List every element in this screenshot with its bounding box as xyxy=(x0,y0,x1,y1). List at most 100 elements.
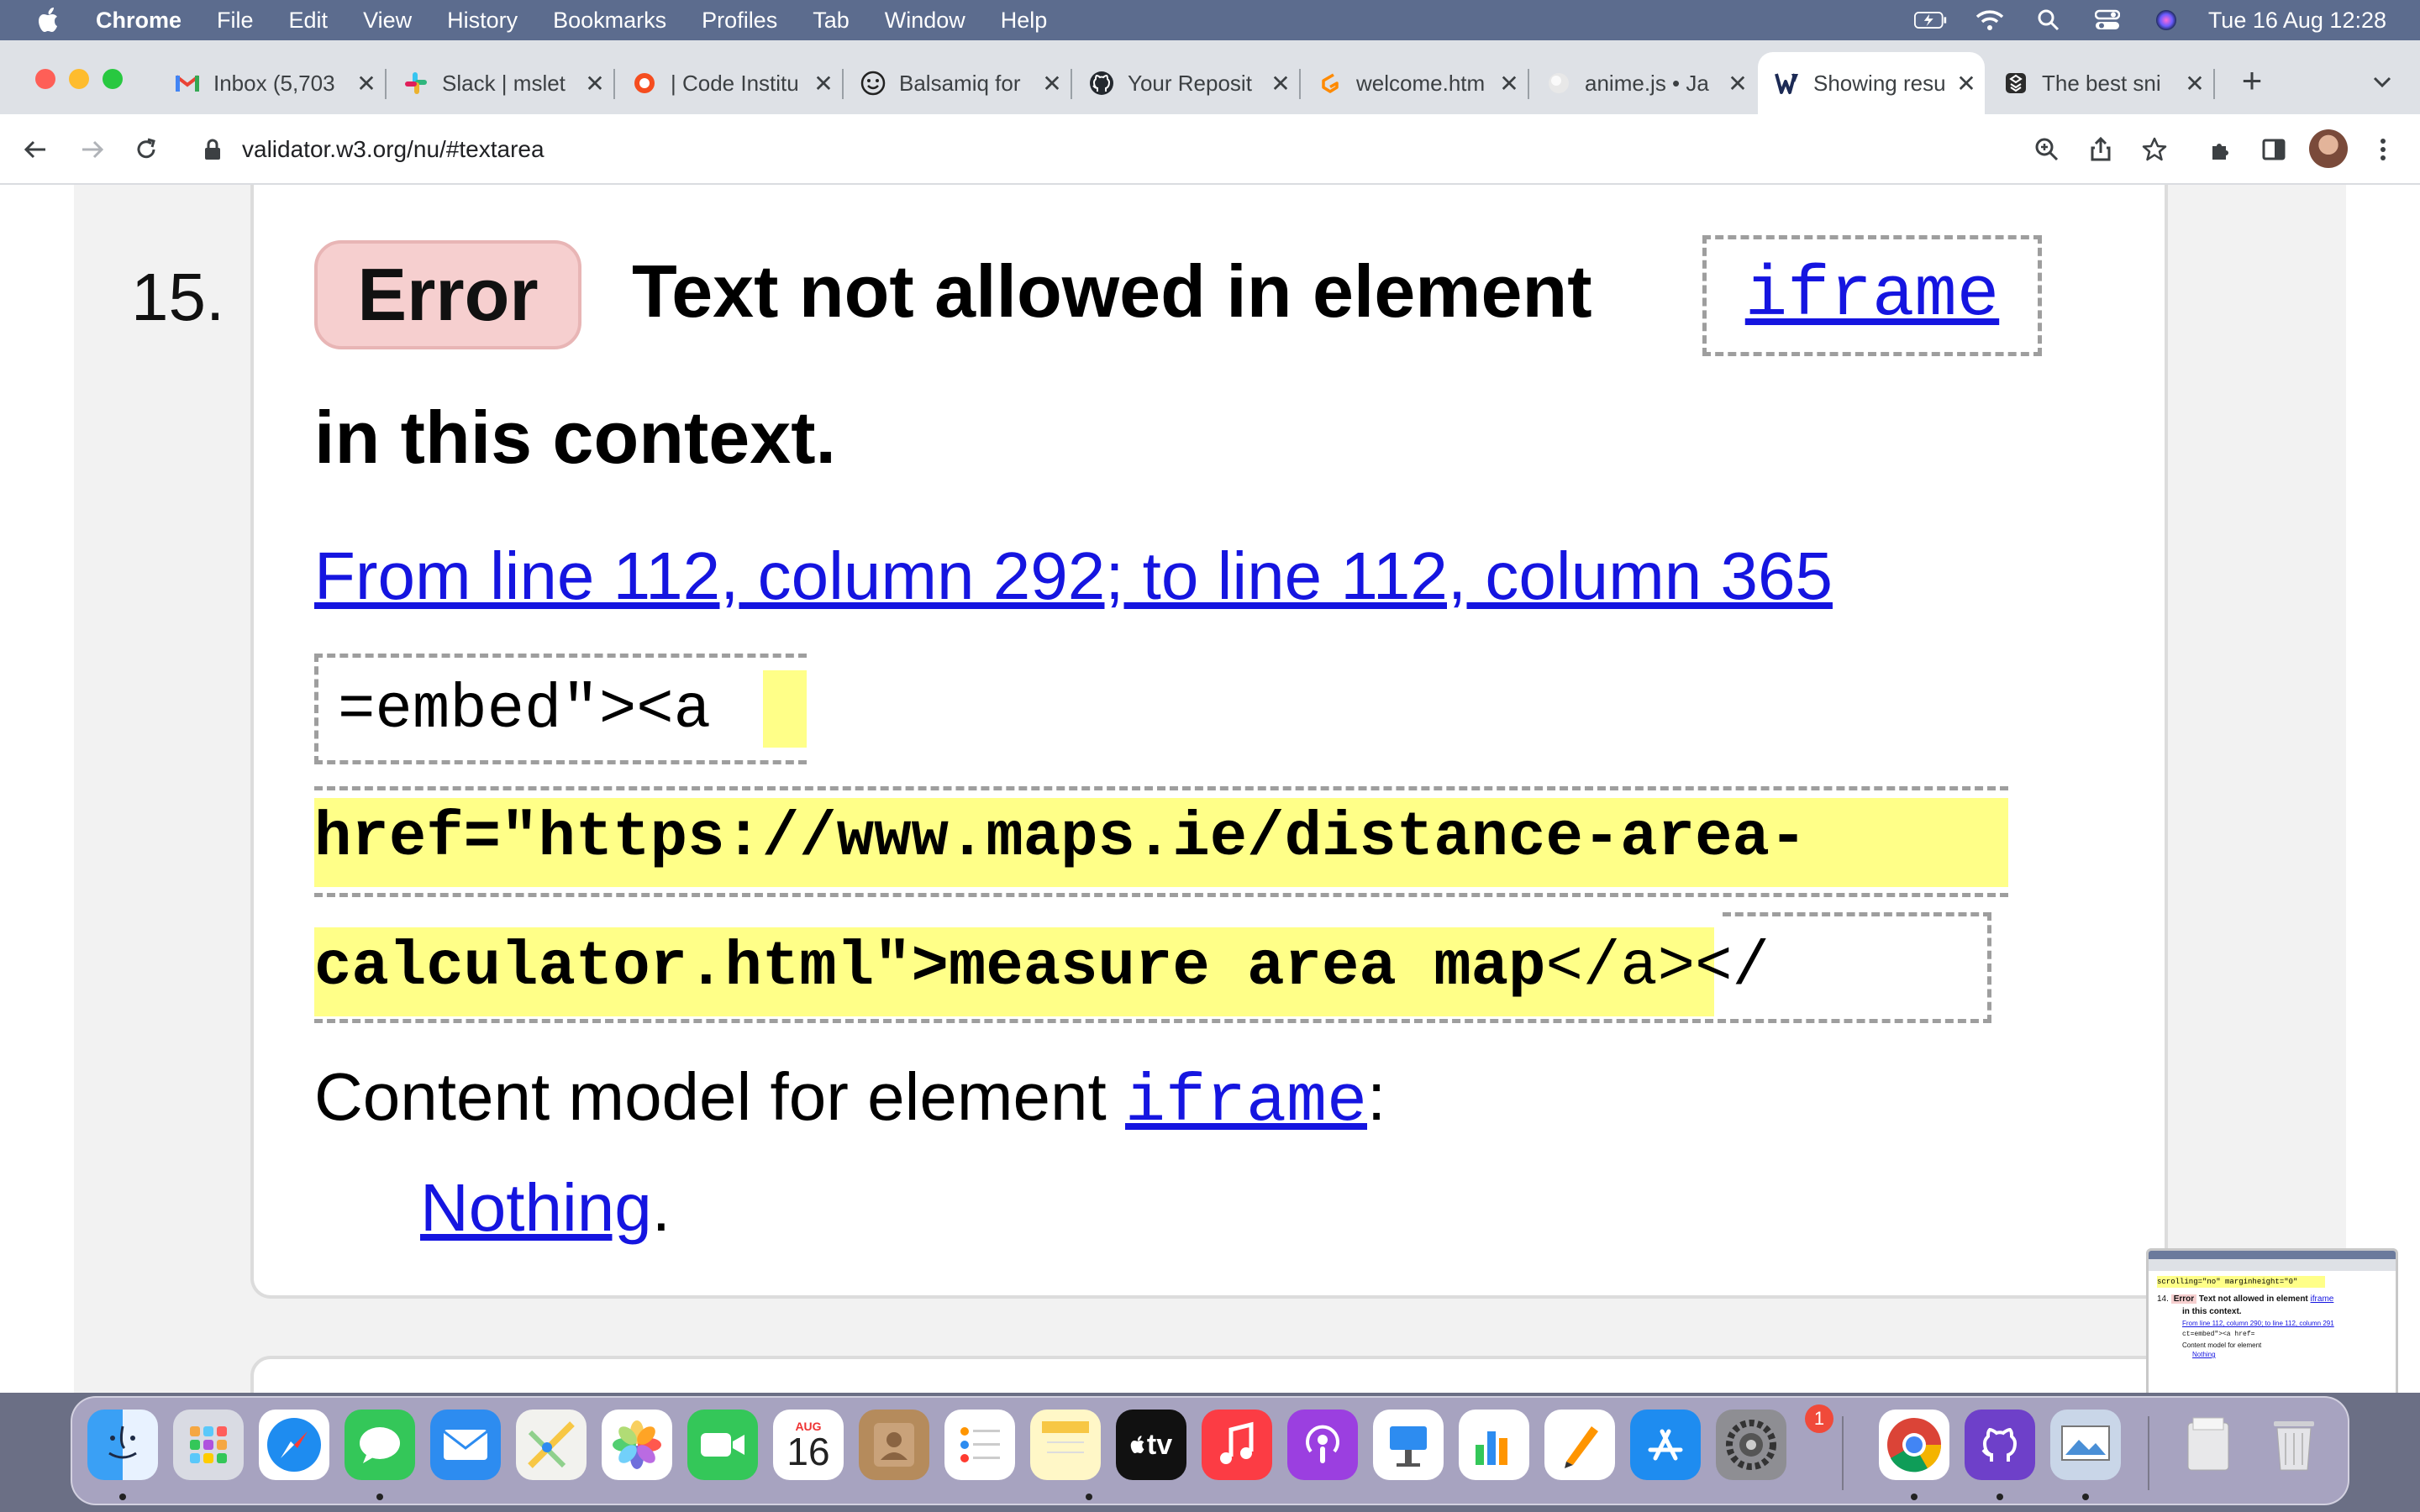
new-tab-button[interactable]: + xyxy=(2233,63,2270,101)
menu-view[interactable]: View xyxy=(363,8,412,34)
side-panel-icon[interactable] xyxy=(2255,131,2292,168)
tab-title: | Code Institu xyxy=(671,70,799,96)
safari-icon[interactable] xyxy=(259,1410,329,1480)
content-model-iframe-link[interactable]: iframe xyxy=(1125,1064,1367,1141)
photos-icon[interactable] xyxy=(602,1410,672,1480)
apple-tv-icon[interactable]: tv xyxy=(1116,1410,1186,1480)
calendar-icon[interactable]: AUG 16 xyxy=(773,1410,844,1480)
url-text[interactable]: validator.w3.org/nu/#textarea xyxy=(242,136,544,163)
extract-line-3-highlighted: calculator.html">measure area map xyxy=(314,932,1546,1003)
tab-balsamiq[interactable]: Balsamiq for ✕ xyxy=(844,52,1071,114)
back-button[interactable] xyxy=(17,131,54,168)
apple-menu-icon[interactable] xyxy=(37,6,62,34)
chrome-menu-icon[interactable] xyxy=(2365,131,2402,168)
trash-icon[interactable] xyxy=(2259,1410,2329,1480)
maps-icon[interactable] xyxy=(516,1410,587,1480)
battery-charging-icon[interactable] xyxy=(1913,8,1948,33)
screenshot-thumbnail[interactable]: scrolling="no" marginheight="0" 14. Erro… xyxy=(2146,1248,2398,1393)
close-icon[interactable]: ✕ xyxy=(583,71,607,97)
reload-button[interactable] xyxy=(128,131,165,168)
facetime-icon[interactable] xyxy=(687,1410,758,1480)
spotlight-search-icon[interactable] xyxy=(2032,8,2065,33)
tab-separator xyxy=(2213,69,2215,99)
tab-gmail[interactable]: Inbox (5,703 ✕ xyxy=(158,52,385,114)
podcasts-icon[interactable] xyxy=(1287,1410,1358,1480)
notification-badge: 1 xyxy=(1805,1404,1833,1433)
mail-icon[interactable] xyxy=(430,1410,501,1480)
menu-edit[interactable]: Edit xyxy=(289,8,329,34)
control-center-icon[interactable] xyxy=(2091,8,2124,33)
close-icon[interactable]: ✕ xyxy=(355,71,378,97)
forward-button[interactable] xyxy=(74,131,111,168)
close-window-button[interactable] xyxy=(35,69,55,89)
menu-tab[interactable]: Tab xyxy=(813,8,850,34)
element-code-box: iframe xyxy=(1702,235,2042,356)
tab-snippet[interactable]: The best sni ✕ xyxy=(1986,52,2213,114)
menu-bar-clock[interactable]: Tue 16 Aug 12:28 xyxy=(2208,8,2386,34)
calendar-day: 16 xyxy=(786,1430,830,1473)
close-icon[interactable]: ✕ xyxy=(1269,71,1292,97)
message-number: 15. xyxy=(131,260,225,334)
thumbnail-extract: ct=embed"><a href= xyxy=(2182,1331,2255,1338)
menu-profiles[interactable]: Profiles xyxy=(702,8,777,34)
menu-help[interactable]: Help xyxy=(1001,8,1048,34)
nothing-link[interactable]: Nothing xyxy=(420,1170,652,1245)
close-icon[interactable]: ✕ xyxy=(1497,71,1521,97)
menu-bookmarks[interactable]: Bookmarks xyxy=(553,8,666,34)
music-icon[interactable] xyxy=(1202,1410,1272,1480)
w3c-validator-icon xyxy=(1775,71,1800,96)
menu-app-name[interactable]: Chrome xyxy=(96,8,182,34)
tab-slack[interactable]: Slack | mslet ✕ xyxy=(387,52,613,114)
menu-window[interactable]: Window xyxy=(885,8,965,34)
iframe-element-link[interactable]: iframe xyxy=(1745,256,1999,336)
lock-icon[interactable] xyxy=(200,137,225,162)
thumbnail-error-badge: Error xyxy=(2170,1294,2197,1304)
dock-separator xyxy=(2148,1416,2149,1490)
error-location-link[interactable]: From line 112, column 292; to line 112, … xyxy=(314,538,1833,615)
extract-line-2: href="https://www.maps.ie/distance-area- xyxy=(314,803,1807,874)
menu-history[interactable]: History xyxy=(447,8,518,34)
reminders-icon[interactable] xyxy=(944,1410,1015,1480)
numbers-icon[interactable] xyxy=(1459,1410,1529,1480)
tab-github[interactable]: Your Reposit ✕ xyxy=(1072,52,1299,114)
keynote-icon[interactable] xyxy=(1373,1410,1444,1480)
running-indicator xyxy=(1086,1494,1092,1500)
menu-file[interactable]: File xyxy=(217,8,254,34)
fullscreen-window-button[interactable] xyxy=(103,69,123,89)
notes-icon[interactable] xyxy=(1030,1410,1101,1480)
app-store-icon[interactable] xyxy=(1630,1410,1701,1480)
tab-search-chevron-icon[interactable] xyxy=(2370,69,2395,94)
contacts-icon[interactable] xyxy=(859,1410,929,1480)
tab-code-institute[interactable]: | Code Institu ✕ xyxy=(615,52,842,114)
close-icon[interactable]: ✕ xyxy=(812,71,835,97)
close-icon[interactable]: ✕ xyxy=(1726,71,1749,97)
wifi-icon[interactable] xyxy=(1973,8,2007,33)
close-icon[interactable]: ✕ xyxy=(2183,71,2207,97)
github-desktop-icon[interactable] xyxy=(1965,1410,2035,1480)
tab-gitpod[interactable]: welcome.htm ✕ xyxy=(1301,52,1528,114)
share-icon[interactable] xyxy=(2082,131,2119,168)
profile-avatar[interactable] xyxy=(2309,129,2348,168)
launchpad-icon[interactable] xyxy=(173,1410,244,1480)
system-preferences-icon[interactable] xyxy=(1716,1410,1786,1480)
bookmark-star-icon[interactable] xyxy=(2136,131,2173,168)
preview-icon[interactable] xyxy=(2050,1410,2121,1480)
pages-icon[interactable] xyxy=(1544,1410,1615,1480)
zoom-icon[interactable] xyxy=(2028,131,2065,168)
close-icon[interactable]: ✕ xyxy=(1040,71,1064,97)
chrome-icon[interactable] xyxy=(1879,1410,1949,1480)
siri-icon[interactable] xyxy=(2149,8,2183,33)
page-viewport[interactable]: 15. Error Text not allowed in element if… xyxy=(0,185,2420,1393)
content-model-colon: : xyxy=(1367,1059,1386,1134)
tab-w3c-validator[interactable]: Showing resu ✕ xyxy=(1758,52,1985,114)
minimize-window-button[interactable] xyxy=(69,69,89,89)
address-bar[interactable]: validator.w3.org/nu/#textarea xyxy=(187,123,2186,176)
close-icon[interactable]: ✕ xyxy=(1954,71,1978,97)
finder-icon[interactable] xyxy=(87,1410,158,1480)
extensions-icon[interactable] xyxy=(2203,131,2240,168)
messages-icon[interactable] xyxy=(345,1410,415,1480)
tab-anime-js[interactable]: anime.js • Ja ✕ xyxy=(1529,52,1756,114)
running-indicator xyxy=(119,1494,126,1500)
error-badge: Error xyxy=(314,240,581,349)
downloads-folder-icon[interactable] xyxy=(2173,1410,2244,1480)
